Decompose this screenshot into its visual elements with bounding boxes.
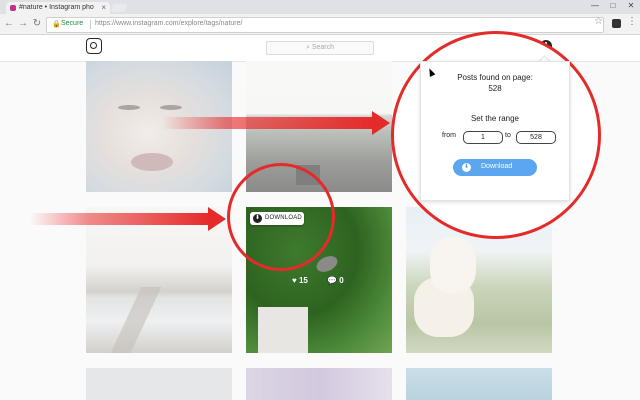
- browser-tab[interactable]: #nature • Instagram pho ×: [6, 2, 110, 14]
- extension-icon[interactable]: [612, 19, 621, 28]
- from-label: from: [442, 132, 456, 139]
- annotation-circle-download-badge: [227, 163, 335, 271]
- reload-icon[interactable]: ↻: [30, 17, 44, 31]
- window-maximize-button[interactable]: □: [604, 0, 622, 12]
- download-button[interactable]: ⬇ Download: [453, 159, 537, 176]
- back-arrow-icon[interactable]: ←: [2, 17, 16, 31]
- post-thumbnail[interactable]: [246, 368, 392, 400]
- post-thumbnail[interactable]: [86, 368, 232, 400]
- range-to-input[interactable]: 528: [516, 131, 556, 144]
- annotation-arrow-1: [162, 117, 374, 129]
- search-input[interactable]: ⌕ Search: [266, 41, 374, 55]
- instagram-favicon-icon: [10, 5, 16, 11]
- likes-count: ♥ 15: [292, 276, 308, 285]
- address-divider: [90, 20, 91, 29]
- secure-label: Secure: [61, 20, 84, 27]
- post-thumbnail[interactable]: [406, 368, 552, 400]
- tab-title: #nature • Instagram pho: [19, 4, 94, 11]
- url-text: https://www.instagram.com/explore/tags/n…: [95, 20, 243, 27]
- annotation-arrowhead-2: [208, 207, 226, 231]
- posts-found-label: Posts found on page:: [457, 73, 533, 82]
- to-label: to: [505, 132, 511, 139]
- range-title: Set the range: [470, 114, 520, 123]
- instagram-logo-icon[interactable]: [86, 38, 102, 54]
- download-popup: Posts found on page: 528 Set the range f…: [420, 61, 570, 201]
- window-minimize-button[interactable]: —: [586, 0, 604, 12]
- posts-found-count: 528: [488, 84, 502, 93]
- search-placeholder: Search: [311, 44, 335, 51]
- window-close-button[interactable]: ✕: [622, 0, 640, 12]
- annotation-arrow-2: [30, 213, 210, 225]
- address-bar[interactable]: 🔒 Secure https://www.instagram.com/explo…: [46, 17, 604, 33]
- range-from-input[interactable]: 1: [463, 131, 503, 144]
- browser-menu-icon[interactable]: ⋮: [627, 16, 637, 27]
- download-button-label: Download: [481, 163, 513, 170]
- annotation-arrowhead-1: [372, 111, 390, 135]
- bookmark-star-icon[interactable]: ☆: [594, 16, 603, 27]
- download-icon: ⬇: [462, 163, 471, 172]
- lock-icon: 🔒: [52, 21, 61, 28]
- forward-arrow-icon[interactable]: →: [16, 17, 30, 31]
- comments-count: 💬 0: [327, 276, 344, 285]
- tab-close-icon[interactable]: ×: [101, 3, 106, 12]
